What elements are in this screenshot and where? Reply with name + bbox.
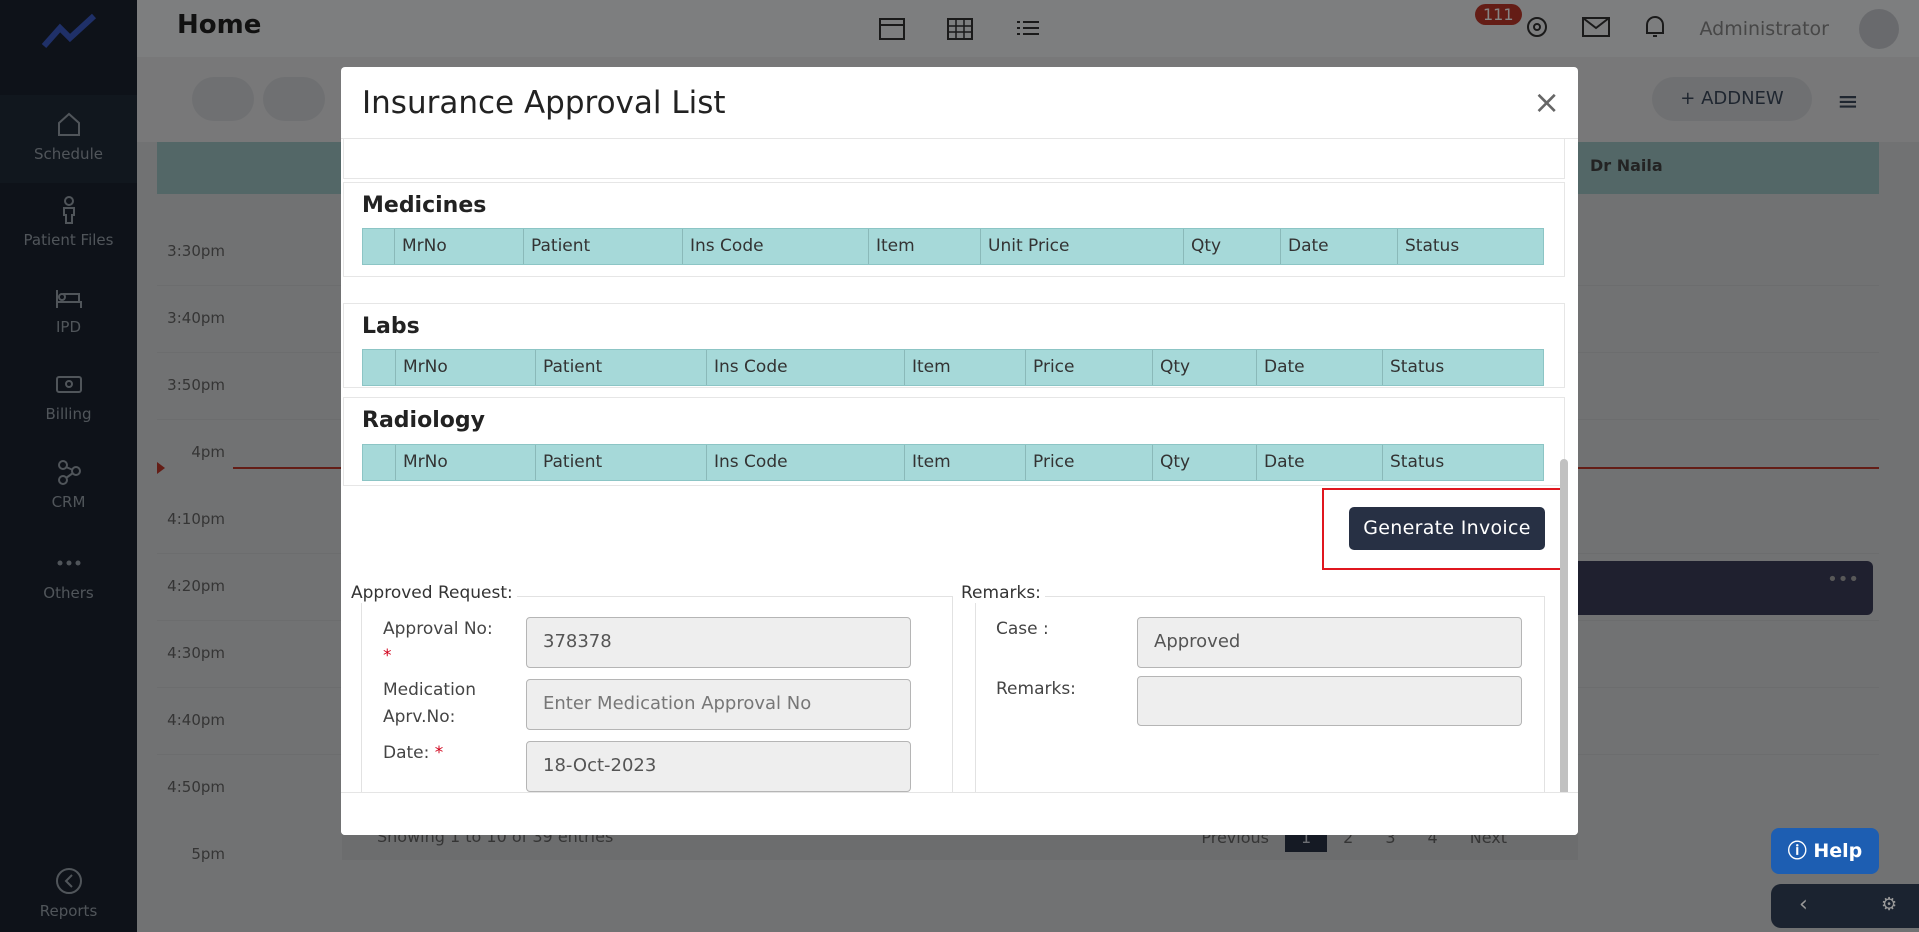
column-header[interactable]: Item — [869, 229, 981, 264]
modal-title: Insurance Approval List — [362, 85, 726, 121]
column-header[interactable]: Price — [1026, 445, 1153, 480]
column-header[interactable]: Ins Code — [707, 445, 905, 480]
remarks-label: Remarks: — [996, 679, 1076, 699]
medication-approval-input[interactable]: Enter Medication Approval No — [526, 679, 911, 730]
column-header[interactable]: Unit Price — [981, 229, 1184, 264]
column-header[interactable]: MrNo — [396, 350, 536, 385]
column-header — [363, 350, 396, 385]
column-header[interactable]: Qty — [1184, 229, 1281, 264]
required-mark: * — [383, 646, 392, 666]
radiology-table-header: MrNo Patient Ins Code Item Price Qty Dat… — [362, 444, 1544, 481]
approval-no-label: Approval No: * — [383, 619, 493, 666]
modal-body: Medicines MrNo Patient Ins Code Item Uni… — [341, 139, 1578, 792]
column-header[interactable]: Item — [905, 350, 1026, 385]
column-header[interactable]: MrNo — [395, 229, 524, 264]
remarks-input[interactable] — [1137, 676, 1522, 726]
column-header[interactable]: Ins Code — [683, 229, 869, 264]
generate-invoice-button[interactable]: Generate Invoice — [1349, 507, 1545, 550]
bottom-dock: ‹ ⚙ — [1771, 884, 1919, 928]
remarks-legend: Remarks: — [957, 583, 1045, 603]
column-header[interactable]: Date — [1257, 445, 1383, 480]
medicines-section: Medicines MrNo Patient Ins Code Item Uni… — [343, 182, 1565, 277]
medicines-table-header: MrNo Patient Ins Code Item Unit Price Qt… — [362, 228, 1544, 265]
modal-footer — [341, 792, 1578, 835]
gear-icon[interactable]: ⚙ — [1881, 894, 1897, 915]
column-header[interactable]: Ins Code — [707, 350, 905, 385]
section-title: Radiology — [362, 408, 485, 433]
approval-no-input[interactable]: 378378 — [526, 617, 911, 668]
column-header — [363, 445, 396, 480]
modal-scrollbar[interactable] — [1560, 459, 1568, 792]
modal-header: Insurance Approval List × — [341, 67, 1578, 139]
labs-table-header: MrNo Patient Ins Code Item Price Qty Dat… — [362, 349, 1544, 386]
date-label: Date: * — [383, 743, 444, 763]
labs-section: Labs MrNo Patient Ins Code Item Price Qt… — [343, 303, 1565, 388]
column-header[interactable]: Qty — [1153, 350, 1257, 385]
previous-section — [343, 139, 1565, 179]
column-header[interactable]: Status — [1398, 229, 1543, 264]
column-header[interactable]: Date — [1281, 229, 1398, 264]
column-header[interactable]: Status — [1383, 350, 1543, 385]
date-input[interactable]: 18-Oct-2023 — [526, 741, 911, 792]
column-header[interactable]: Date — [1257, 350, 1383, 385]
section-title: Labs — [362, 314, 420, 339]
column-header[interactable]: Patient — [524, 229, 683, 264]
close-button[interactable]: × — [1533, 83, 1560, 121]
column-header[interactable]: Qty — [1153, 445, 1257, 480]
insurance-approval-modal: Insurance Approval List × Medicines MrNo… — [341, 67, 1578, 835]
medication-approval-label: Medication Aprv.No: — [383, 680, 476, 727]
section-title: Medicines — [362, 193, 487, 218]
question-icon: ⓘ — [1787, 840, 1807, 862]
approved-request-legend: Approved Request: — [347, 583, 517, 603]
column-header — [363, 229, 395, 264]
help-button[interactable]: ⓘ Help — [1771, 828, 1879, 874]
column-header[interactable]: Patient — [536, 350, 707, 385]
case-label: Case : — [996, 619, 1049, 639]
column-header[interactable]: Item — [905, 445, 1026, 480]
column-header[interactable]: Status — [1383, 445, 1543, 480]
column-header[interactable]: Patient — [536, 445, 707, 480]
radiology-section: Radiology MrNo Patient Ins Code Item Pri… — [343, 397, 1565, 486]
column-header[interactable]: MrNo — [396, 445, 536, 480]
chevron-left-icon[interactable]: ‹ — [1799, 892, 1808, 917]
case-input[interactable]: Approved — [1137, 617, 1522, 668]
column-header[interactable]: Price — [1026, 350, 1153, 385]
